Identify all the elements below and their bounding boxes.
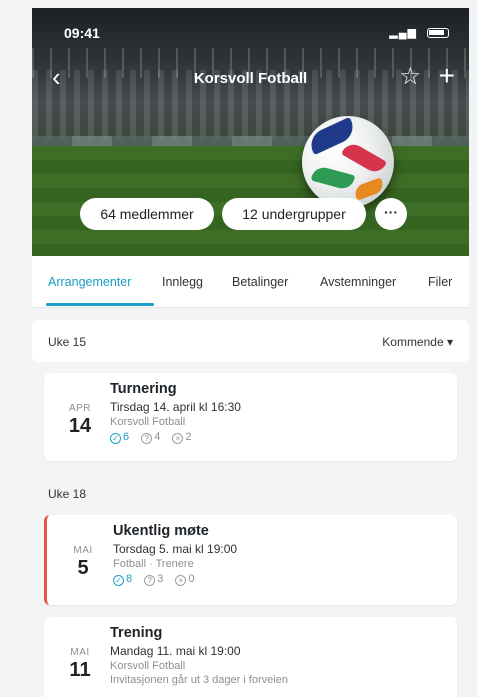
x-icon: × [175,575,187,586]
top-nav: ‹ Korsvoll Fotball ☆ + [32,62,469,94]
event-day: 5 [77,557,89,579]
event-month: MAI [73,545,93,556]
clock-icon: ? [141,433,153,444]
week-label: Uke 15 [48,335,87,349]
active-tab-indicator [46,303,154,306]
tab-innlegg[interactable]: Innlegg [162,275,203,289]
group-cover-image: 09:41 ▂▄▆ ‹ Korsvoll Fotball ☆ + 64 medl… [32,8,469,256]
event-location: Korsvoll Fotball [110,416,186,428]
event-location: Korsvoll Fotball [110,660,186,672]
check-icon: ✓ [113,575,124,586]
attending-count: ✓ 6 [110,431,129,444]
event-title: Turnering [110,381,177,397]
tab-filer[interactable]: Filer [428,275,452,289]
event-responses: ✓ 8 ? 3 × 0 [113,573,447,586]
week-label: Uke 18 [48,487,87,501]
more-options-button[interactable]: ··· [375,198,407,230]
tab-avstemninger[interactable]: Avstemninger [320,275,396,289]
group-chips: 64 medlemmer 12 undergrupper ··· [32,198,469,232]
clock-icon: ? [144,575,156,586]
event-details: Trening Mandag 11. mai kl 19:00 Korsvoll… [110,625,447,686]
signal-icon: ▂▄▆ [389,27,417,39]
declined-count: × 2 [172,431,192,444]
event-card[interactable]: MAI 5 Ukentlig møte Torsdag 5. mai kl 19… [44,515,457,605]
event-details: Turnering Tirsdag 14. april kl 16:30 Kor… [110,381,447,444]
maybe-count: ? 3 [144,573,163,586]
event-responses: ✓ 6 ? 4 × 2 [110,431,447,444]
event-location: Fotball · Trenere [113,558,194,570]
back-icon[interactable]: ‹ [52,64,61,90]
event-month: APR [68,403,92,414]
event-time: Mandag 11. mai kl 19:00 [110,644,241,658]
x-icon: × [172,433,184,444]
tab-arrangementer[interactable]: Arrangementer [48,275,131,289]
battery-icon [427,28,449,38]
event-day: 11 [69,659,91,681]
event-month: MAI [70,647,90,658]
subgroups-chip[interactable]: 12 undergrupper [222,198,366,230]
status-bar: 09:41 ▂▄▆ [32,8,469,48]
declined-count: × 0 [175,573,195,586]
event-title: Ukentlig møte [113,523,209,539]
members-chip[interactable]: 64 medlemmer [80,198,214,230]
tab-bar: Arrangementer Innlegg Betalinger Avstemn… [32,256,469,308]
event-time: Torsdag 5. mai kl 19:00 [113,542,238,556]
event-title: Trening [110,625,163,641]
check-icon: ✓ [110,433,121,444]
sort-dropdown[interactable]: Kommende ▾ [382,335,453,349]
event-invite-note: Invitasjonen går ut 3 dager i forveien [110,674,288,686]
stadium-adboard [32,136,469,146]
event-date: APR 14 [60,403,100,438]
add-icon[interactable]: + [439,62,455,90]
event-date: MAI 11 [60,647,100,682]
event-card[interactable]: MAI 11 Trening Mandag 11. mai kl 19:00 K… [44,617,457,697]
event-date: MAI 5 [63,545,103,580]
event-day: 14 [68,415,92,437]
event-card[interactable]: APR 14 Turnering Tirsdag 14. april kl 16… [44,373,457,461]
status-time: 09:41 [64,25,100,41]
star-icon[interactable]: ☆ [399,64,421,90]
maybe-count: ? 4 [141,431,160,444]
tab-betalinger[interactable]: Betalinger [232,275,288,289]
app-screen: 09:41 ▂▄▆ ‹ Korsvoll Fotball ☆ + 64 medl… [32,8,469,697]
week-header: Uke 15 Kommende ▾ [32,320,469,362]
event-details: Ukentlig møte Torsdag 5. mai kl 19:00 Fo… [113,523,447,586]
attending-count: ✓ 8 [113,573,132,586]
event-time: Tirsdag 14. april kl 16:30 [110,400,241,414]
football-image [302,116,394,208]
